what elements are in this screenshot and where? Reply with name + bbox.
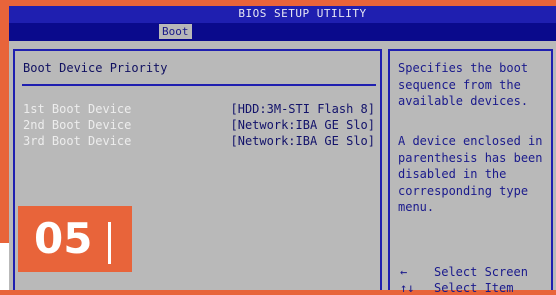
key-hint-row: ↑↓ Select Item <box>400 281 513 295</box>
arrow-left-icon: ← <box>400 265 408 279</box>
help-pane: Specifies the boot sequence from the ava… <box>388 49 553 295</box>
step-number: 05 <box>34 214 93 263</box>
section-title: Boot Device Priority <box>23 61 168 75</box>
boot-device-row-2[interactable]: 2nd Boot Device [Network:IBA GE Slo] <box>23 118 375 134</box>
boot-device-row-1[interactable]: 1st Boot Device [HDD:3M-STI Flash 8] <box>23 102 375 118</box>
key-hint-action: Select Screen <box>434 265 528 279</box>
badge-divider <box>108 222 111 264</box>
boot-device-label: 3rd Boot Device <box>23 134 132 148</box>
boot-device-value[interactable]: [Network:IBA GE Slo] <box>231 134 376 148</box>
tab-boot[interactable]: Boot <box>159 24 192 39</box>
key-hint-action: Select Item <box>434 281 514 295</box>
boot-device-value[interactable]: [HDD:3M-STI Flash 8] <box>231 102 376 116</box>
arrow-up-down-icon: ↑↓ <box>400 281 415 295</box>
section-divider <box>22 84 376 86</box>
decorative-strip <box>0 243 9 290</box>
boot-device-label: 1st Boot Device <box>23 102 132 116</box>
boot-device-value[interactable]: [Network:IBA GE Slo] <box>231 118 376 132</box>
help-text-2: A device enclosed in parenthesis has bee… <box>398 134 543 214</box>
boot-device-row-3[interactable]: 3rd Boot Device [Network:IBA GE Slo] <box>23 134 375 150</box>
boot-device-label: 2nd Boot Device <box>23 118 132 132</box>
step-badge: 05 <box>18 206 132 272</box>
window-title: BIOS SETUP UTILITY <box>238 7 367 20</box>
tab-strip: Boot <box>9 23 556 41</box>
key-hint-row: ← Select Screen <box>400 265 528 279</box>
help-text-1: Specifies the boot sequence from the ava… <box>398 61 529 108</box>
